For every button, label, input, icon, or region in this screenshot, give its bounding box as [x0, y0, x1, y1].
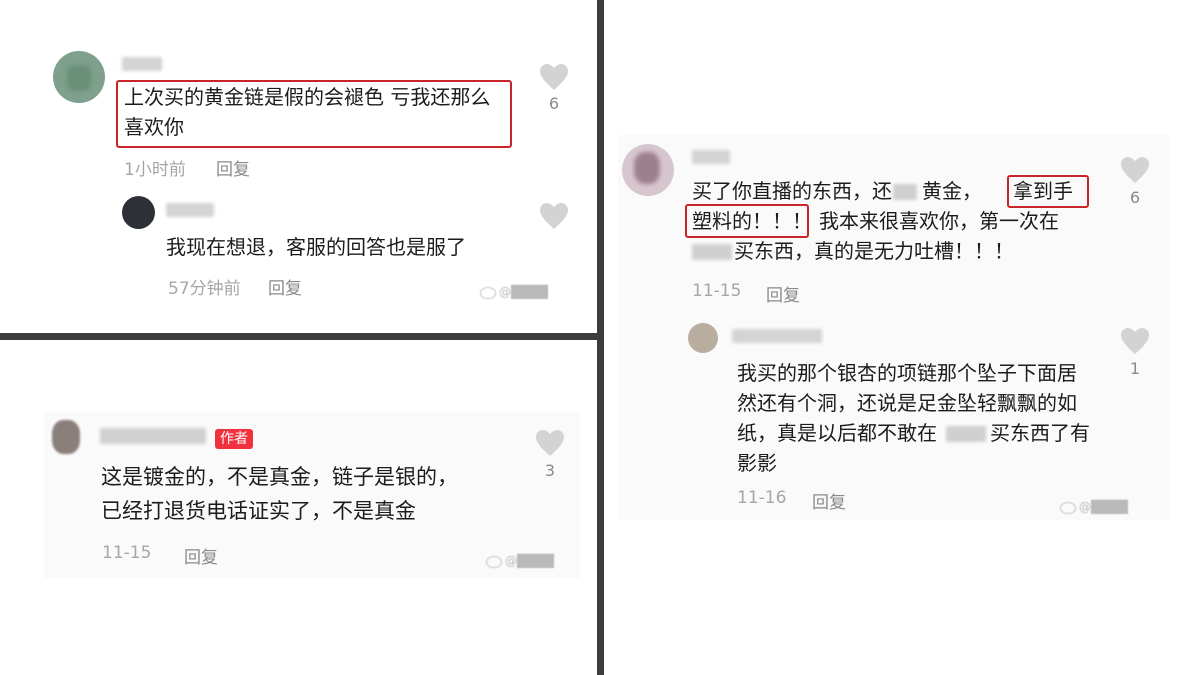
reply-time: 11-16 [737, 488, 787, 508]
comment-panel-top-left: 上次买的黄金链是假的会褪色 亏我还那么 喜欢你 1小时前 回复 6 我现在想退，… [0, 0, 597, 333]
reply-text: 我现在想退，客服的回答也是服了 [166, 235, 466, 259]
blurred-username [100, 428, 206, 444]
like-count: 1 [1129, 359, 1141, 378]
like-heart-icon[interactable] [539, 202, 569, 230]
comment-time: 11-15 [102, 543, 152, 563]
reply-text-line1: 我买的那个银杏的项链那个坠子下面居 [737, 361, 1077, 385]
blurred-username [732, 329, 822, 343]
reply-text-line2: 然还有个洞，还说是足金坠轻飘飘的如 [737, 391, 1077, 415]
comment-panel-right: 买了你直播的东西，还 黄金， 拿到手 塑料的！！！ 我本来很喜欢你，第一次在 买… [604, 0, 1200, 675]
blurred-word [893, 184, 917, 200]
comment-panel-bottom-left: 作者 这是镀金的，不是真金，链子是银的， 已经打退货电话证实了，不是真金 11-… [0, 340, 597, 675]
like-count: 3 [544, 461, 556, 480]
weibo-logo-icon [480, 286, 496, 299]
reply-button[interactable]: 回复 [812, 488, 846, 513]
blurred-word [946, 426, 986, 442]
user-avatar[interactable] [53, 51, 105, 103]
reply-user-avatar[interactable] [688, 323, 718, 353]
like-heart-icon[interactable] [539, 63, 569, 91]
blurred-username [166, 203, 214, 217]
comment-text-line1-highlight: 拿到手 [1013, 179, 1073, 203]
horizontal-divider [0, 333, 597, 340]
comment-text-line2-highlight: 塑料的！！！ [692, 209, 812, 233]
reply-text-line3b: 买东西了有 [990, 421, 1090, 445]
author-badge: 作者 [215, 429, 253, 449]
comment-text-line1: 这是镀金的，不是真金，链子是银的， [101, 465, 458, 489]
like-heart-icon[interactable] [1120, 327, 1150, 355]
like-heart-icon[interactable] [1120, 156, 1150, 184]
user-avatar[interactable] [622, 144, 674, 196]
reply-text-line3a: 纸，真是以后都不敢在 [737, 421, 937, 445]
like-count: 6 [548, 94, 560, 113]
like-heart-icon[interactable] [535, 429, 565, 457]
blurred-username [122, 57, 162, 71]
comment-text-line1b: 黄金， [922, 179, 982, 203]
comment-text-line2: 喜欢你 [124, 115, 184, 139]
comment-time: 1小时前 [124, 160, 186, 180]
weibo-logo-icon [486, 555, 502, 568]
reply-button[interactable]: 回复 [184, 543, 218, 568]
comment-text-line2: 已经打退货电话证实了，不是真金 [101, 499, 416, 523]
comment-text-line2: 我本来很喜欢你，第一次在 [819, 209, 1059, 233]
reply-button[interactable]: 回复 [268, 274, 302, 299]
comment-text-line1: 上次买的黄金链是假的会褪色 亏我还那么 [124, 85, 491, 109]
weibo-logo-icon [1060, 501, 1076, 514]
weibo-watermark: @████ [480, 285, 548, 299]
reply-user-avatar[interactable] [122, 196, 155, 229]
comment-time: 11-15 [692, 281, 742, 301]
like-count: 6 [1129, 188, 1141, 207]
reply-button[interactable]: 回复 [216, 155, 250, 180]
weibo-watermark: @████ [1060, 500, 1128, 514]
blurred-word [692, 244, 732, 260]
user-avatar[interactable] [52, 420, 80, 454]
vertical-divider [597, 0, 604, 675]
weibo-watermark: @████ [486, 554, 554, 568]
reply-time: 57分钟前 [168, 279, 241, 299]
comment-text-line3: 买东西，真的是无力吐槽！！！ [734, 239, 1014, 263]
comment-text-line1a: 买了你直播的东西，还 [692, 179, 892, 203]
reply-button[interactable]: 回复 [766, 281, 800, 306]
reply-text-line4: 影影 [737, 451, 777, 475]
blurred-username [692, 150, 730, 164]
